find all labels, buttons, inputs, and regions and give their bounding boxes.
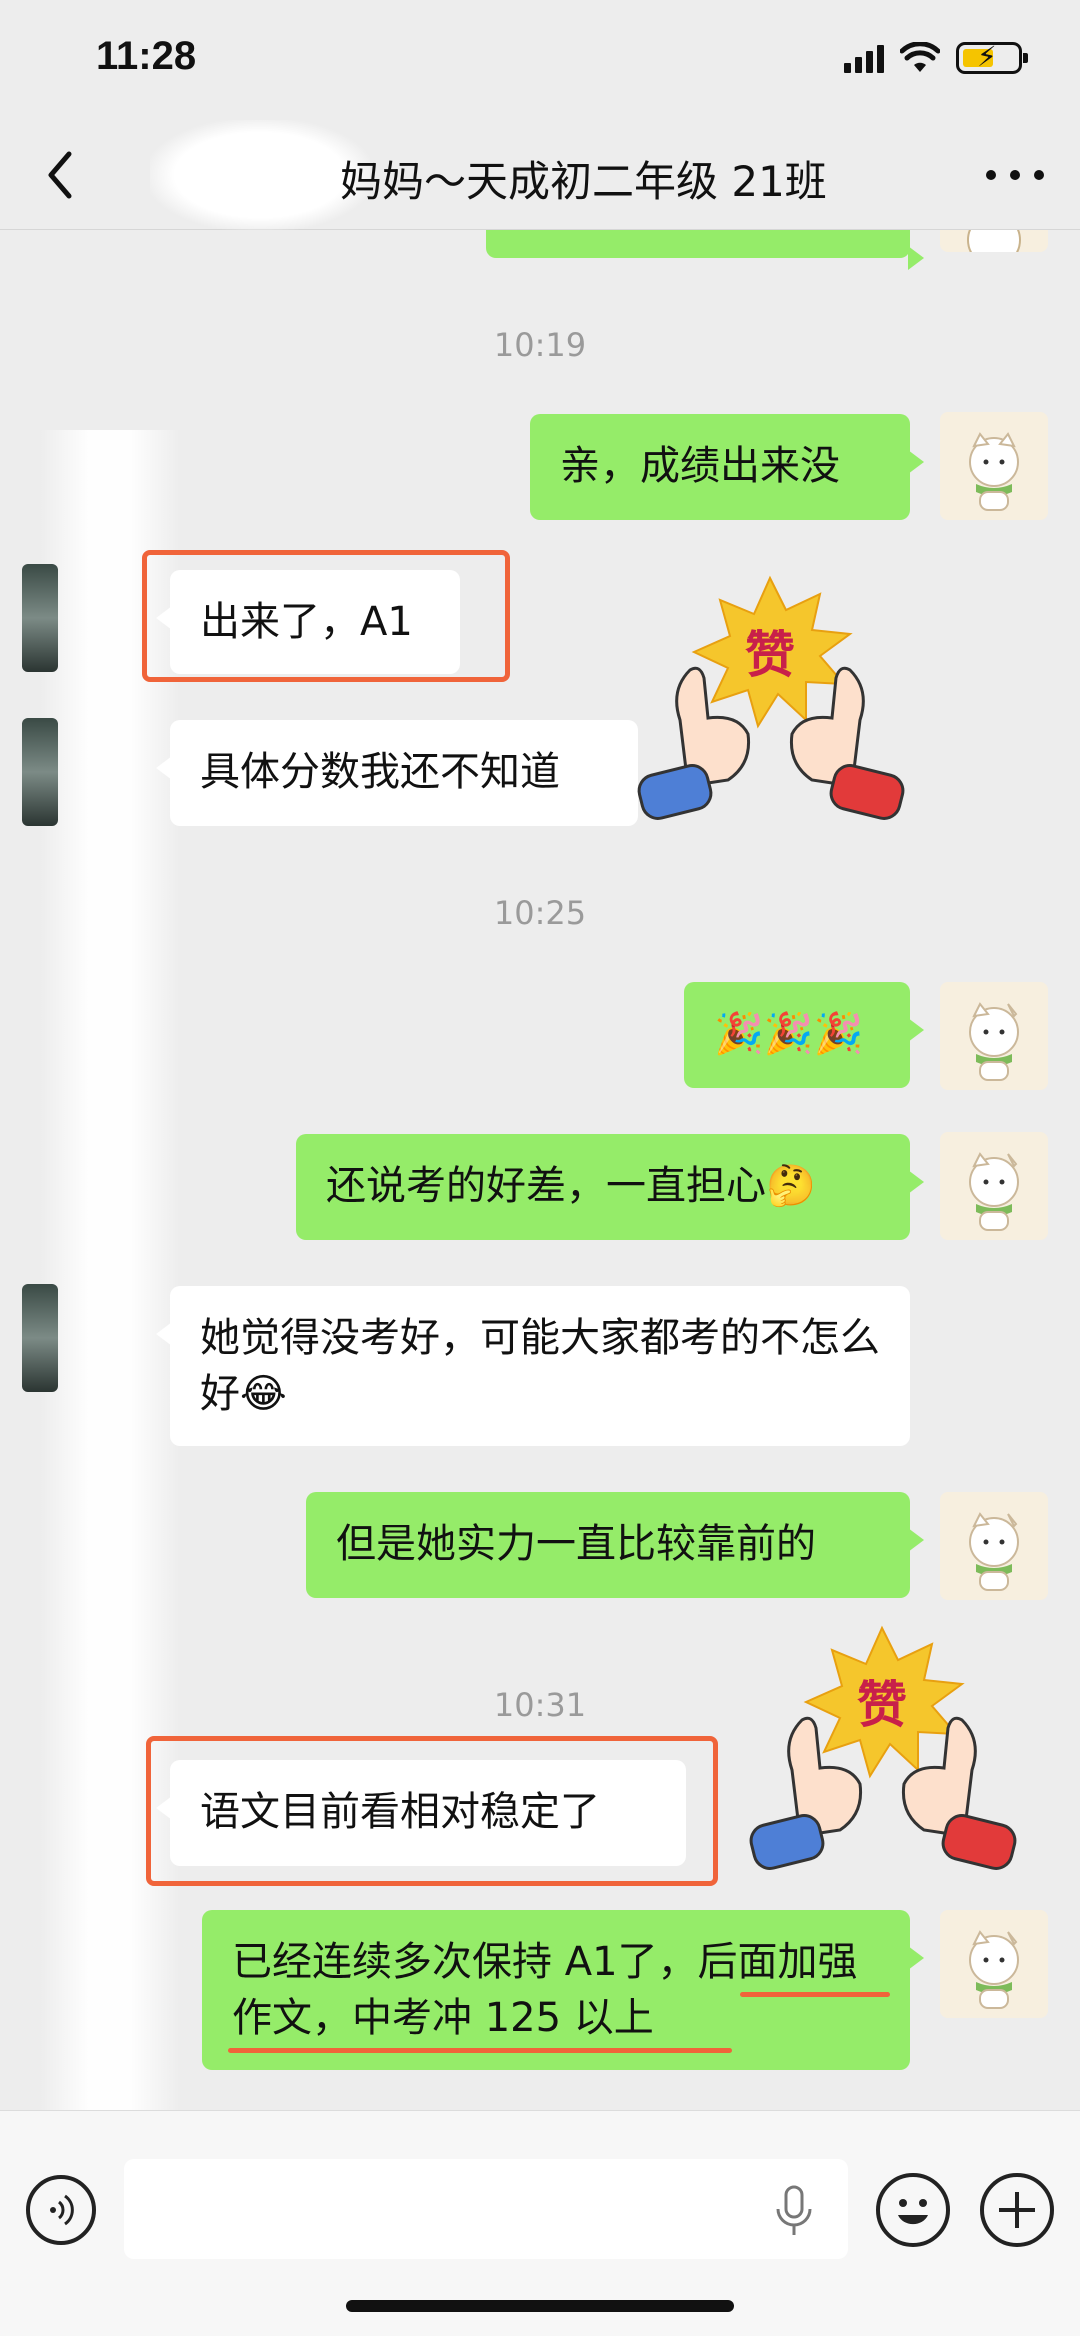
more-options-button[interactable] xyxy=(980,150,1050,200)
message-bubble-outgoing[interactable]: 已经连续多次保持 A1了，后面加强作文，中考冲 125 以上 xyxy=(202,1910,924,2070)
nav-bar: 妈妈～天成初二年级 21班 xyxy=(0,120,1080,230)
wifi-icon xyxy=(900,42,940,72)
chevron-left-icon xyxy=(48,151,72,199)
more-actions-button[interactable] xyxy=(980,2173,1054,2247)
highlight-annotation-box xyxy=(142,550,510,682)
thumbs-up-icon: 赞 xyxy=(749,1625,1017,1870)
message-text: 但是她实力一直比较靠前的 xyxy=(336,1521,816,1567)
message-bubble-outgoing[interactable]: 还说考的好差，一直担心🤔 xyxy=(296,1134,924,1240)
contact-avatar[interactable] xyxy=(22,564,58,672)
battery-icon: ⚡ xyxy=(956,41,1028,74)
message-text: 亲，成绩出来没 xyxy=(560,443,840,489)
cellular-signal-icon xyxy=(844,43,884,73)
thumbs-up-zan-sticker[interactable]: 赞 xyxy=(732,1620,1032,1890)
back-button[interactable] xyxy=(30,140,90,210)
sticker-text: 赞 xyxy=(857,1676,907,1734)
message-bubble-incoming[interactable]: 她觉得没考好，可能大家都考的不怎么好😂 xyxy=(156,1286,910,1446)
my-avatar[interactable] xyxy=(940,412,1048,520)
message-bubble-outgoing[interactable]: 亲，成绩出来没 xyxy=(530,414,924,520)
status-time: 11:28 xyxy=(96,34,197,78)
message-text: 具体分数我还不知道 xyxy=(200,749,560,795)
emoji-button[interactable] xyxy=(876,2173,950,2247)
message-bubble-outgoing[interactable]: 🎉🎉🎉 xyxy=(684,982,924,1088)
plus-icon xyxy=(999,2192,1035,2228)
more-dots-icon xyxy=(986,170,996,180)
my-avatar[interactable] xyxy=(940,230,1048,252)
my-avatar[interactable] xyxy=(940,1910,1048,2018)
smiley-icon xyxy=(898,2199,928,2225)
redacted-name-blur xyxy=(150,120,370,230)
status-bar: 11:28 ⚡ xyxy=(0,0,1080,120)
previous-message-bubble[interactable] xyxy=(486,230,924,270)
voice-wave-icon xyxy=(50,2194,74,2226)
contact-avatar[interactable] xyxy=(22,718,58,826)
message-list[interactable]: 10:19 亲，成绩出来没 出来了，A1 具体分数我还不知道 赞 10:25 🎉… xyxy=(0,230,1080,2110)
message-text: 她觉得没考好，可能大家都考的不怎么好😂 xyxy=(200,1315,880,1417)
message-input[interactable] xyxy=(124,2159,848,2259)
my-avatar[interactable] xyxy=(940,1132,1048,1240)
cat-avatar-icon xyxy=(940,982,1048,1090)
cat-avatar-icon xyxy=(940,1910,1048,2018)
highlight-annotation-box xyxy=(146,1736,718,1886)
underline-annotation xyxy=(740,1992,890,1997)
wechat-chat-screen: 11:28 ⚡ 妈妈～天成初二年级 21班 10:19 亲，成绩出来没 出来了，… xyxy=(0,0,1080,2336)
cat-avatar-icon xyxy=(940,1492,1048,1600)
contact-avatar[interactable] xyxy=(22,1284,58,1392)
message-bubble-incoming[interactable]: 具体分数我还不知道 xyxy=(156,720,638,826)
cat-avatar-icon xyxy=(940,1132,1048,1240)
message-text: 已经连续多次保持 A1了，后面加强作文，中考冲 125 以上 xyxy=(232,1939,858,2041)
timestamp: 10:19 xyxy=(493,326,587,364)
my-avatar[interactable] xyxy=(940,1492,1048,1600)
my-avatar[interactable] xyxy=(940,982,1048,1090)
status-icons: ⚡ xyxy=(844,38,1028,78)
message-bubble-outgoing[interactable]: 但是她实力一直比较靠前的 xyxy=(306,1492,924,1598)
voice-mode-button[interactable] xyxy=(26,2175,96,2245)
underline-annotation xyxy=(228,2048,732,2053)
message-text: 🎉🎉🎉 xyxy=(714,1011,864,1057)
home-indicator[interactable] xyxy=(346,2300,734,2312)
microphone-icon[interactable] xyxy=(770,2183,818,2239)
sticker-text: 赞 xyxy=(745,626,795,684)
thumbs-up-zan-sticker[interactable]: 赞 xyxy=(620,570,920,840)
thumbs-up-icon: 赞 xyxy=(637,575,905,820)
chat-title: 妈妈～天成初二年级 21班 xyxy=(340,157,827,206)
cat-avatar-icon xyxy=(940,412,1048,520)
message-text: 还说考的好差，一直担心🤔 xyxy=(326,1163,816,1209)
